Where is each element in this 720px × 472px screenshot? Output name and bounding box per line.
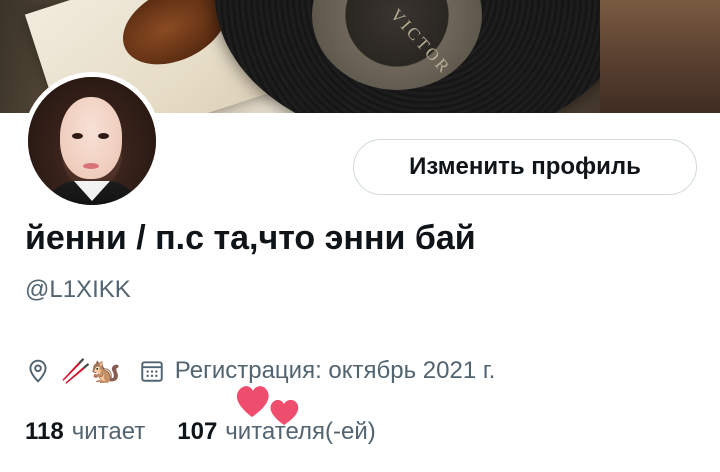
calendar-icon xyxy=(139,358,165,384)
followers-count[interactable]: 107 xyxy=(177,418,217,446)
following-label[interactable]: читает xyxy=(72,418,146,446)
user-handle: @L1XIKK xyxy=(25,276,131,303)
display-name: йенни / п.с та,что энни бай xyxy=(25,219,476,257)
location-pin-icon xyxy=(25,358,51,384)
edit-profile-button[interactable]: Изменить профиль xyxy=(353,139,697,195)
avatar[interactable] xyxy=(23,72,161,210)
join-date: Регистрация: октябрь 2021 г. xyxy=(174,357,496,384)
banner-wood-surface xyxy=(600,0,720,113)
hearts-sticker-icon xyxy=(232,381,304,427)
location-value: 🥢🐿️ xyxy=(61,357,121,385)
follow-stats: 118 читает 107 читателя(-ей) xyxy=(25,418,376,446)
following-count[interactable]: 118 xyxy=(25,418,64,446)
avatar-photo xyxy=(28,77,156,205)
